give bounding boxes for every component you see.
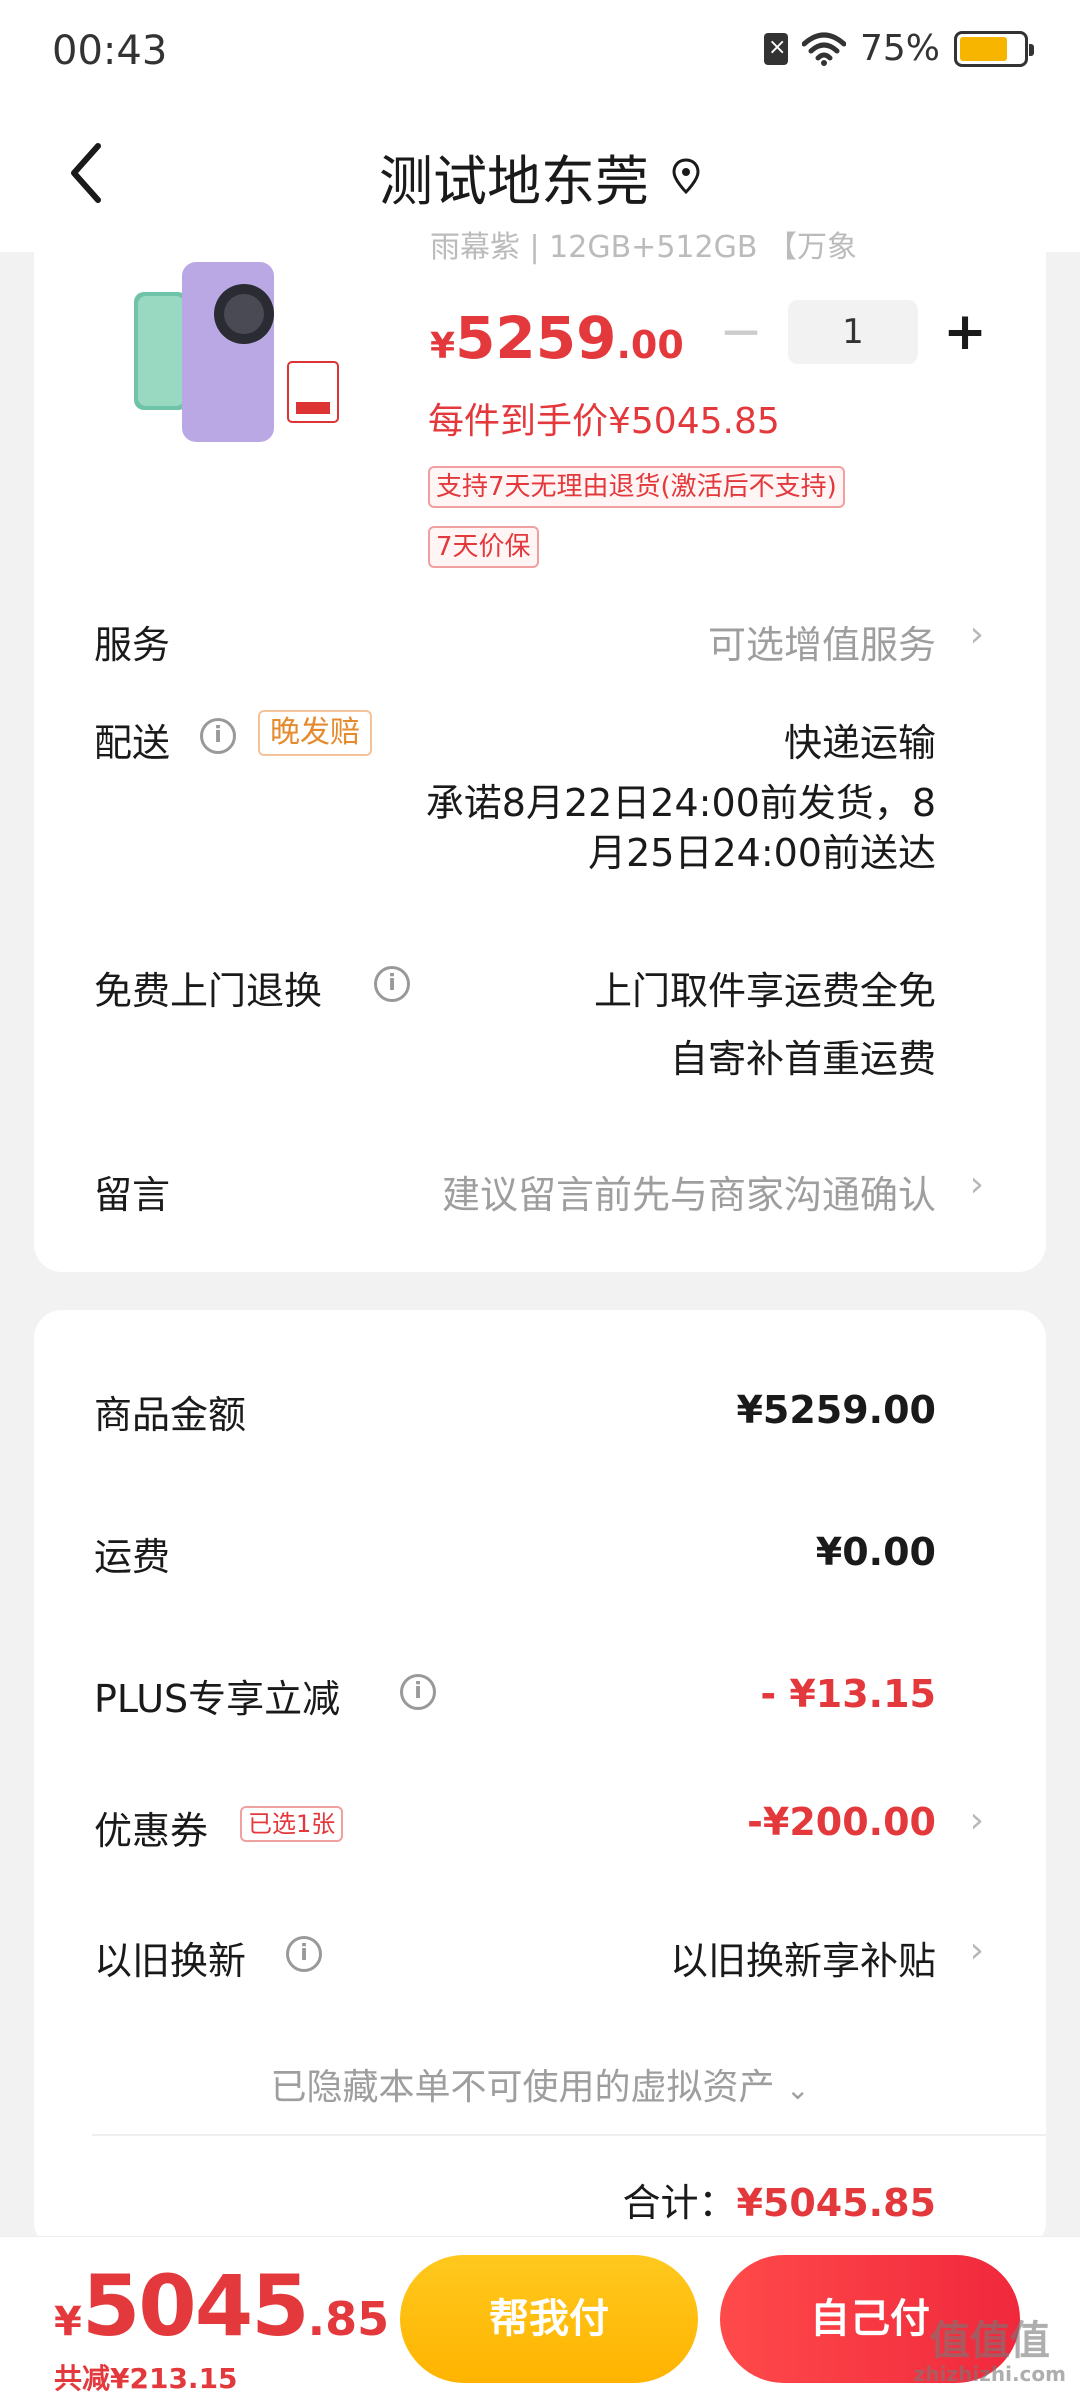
hidden-assets-text: 已隐藏本单不可使用的虚拟资产 xyxy=(270,2067,775,2108)
help-me-pay-button[interactable]: 帮我付 xyxy=(400,2255,698,2383)
watermark-logo: 值值值 zhizhizhi.com xyxy=(914,2320,1066,2386)
product-spec: 雨幕紫 | 12GB+512GB 【万象 xyxy=(430,230,857,265)
coupon-chevron-icon[interactable]: › xyxy=(970,1800,984,1841)
decrease-quantity-button[interactable]: − xyxy=(718,302,764,362)
quantity-stepper: − 1 + xyxy=(718,300,988,364)
return-policy-tag: 支持7天无理由退货(激活后不支持) xyxy=(428,466,845,508)
status-time: 00:43 xyxy=(52,28,168,74)
trade-in-chevron-icon[interactable]: › xyxy=(970,1930,984,1971)
increase-quantity-button[interactable]: + xyxy=(942,302,988,362)
service-label: 服务 xyxy=(94,623,171,667)
battery-percent: 75% xyxy=(859,28,940,69)
checkout-integer: 5045 xyxy=(81,2257,310,2355)
price-decimal: .00 xyxy=(616,323,684,367)
return-line1: 上门取件享运费全免 xyxy=(593,969,936,1013)
price-summary-card: 商品金额 ¥5259.00 运费 ¥0.00 PLUS专享立减 i - ¥13.… xyxy=(34,1310,1046,2250)
no-sim-icon xyxy=(763,32,788,65)
total-label: 合计： xyxy=(622,2181,737,2225)
goods-amount-value: ¥5259.00 xyxy=(736,1388,936,1432)
summary-divider xyxy=(92,2134,1046,2136)
total-saved: 共减¥213.15 xyxy=(54,2362,238,2395)
checkout-decimal: .85 xyxy=(307,2292,390,2346)
delivery-promise-line1: 承诺8月22日24:00前发货，8 xyxy=(425,781,936,825)
delivery-label: 配送 xyxy=(94,721,171,765)
coupon-label: 优惠券 xyxy=(94,1809,209,1853)
chevron-down-icon: ⌄ xyxy=(786,2073,810,2106)
trade-in-info-icon[interactable]: i xyxy=(286,1936,322,1972)
status-bar: 00:43 75% xyxy=(0,0,1080,100)
watermark-main: 值值值 xyxy=(929,2318,1050,2364)
battery-icon xyxy=(954,30,1034,67)
total-amount: ¥5045.85 xyxy=(736,2181,936,2225)
note-input[interactable]: 建议留言前先与商家沟通确认 xyxy=(442,1164,936,1219)
product-image[interactable] xyxy=(126,252,346,462)
plus-discount-value: - ¥13.15 xyxy=(760,1672,936,1716)
quantity-field[interactable]: 1 xyxy=(788,300,918,364)
goods-amount-label: 商品金额 xyxy=(94,1393,247,1437)
trade-in-label: 以旧换新 xyxy=(94,1939,247,1983)
late-delivery-compensation-badge: 晚发赔 xyxy=(258,710,372,756)
shipping-value: ¥0.00 xyxy=(815,1530,936,1574)
price-integer: 5259 xyxy=(455,304,617,372)
coupon-selected-badge: 已选1张 xyxy=(240,1806,344,1842)
service-value[interactable]: 可选增值服务 xyxy=(708,614,936,669)
page-title: 测试地东莞 xyxy=(379,149,649,213)
back-icon[interactable] xyxy=(62,138,112,208)
delivery-method: 快递运输 xyxy=(783,721,936,765)
checkout-currency: ¥ xyxy=(54,2299,82,2345)
nav-title-wrap[interactable]: 测试地东莞 xyxy=(379,137,701,216)
checkout-price: ¥ 5045 .85 xyxy=(54,2257,389,2355)
trade-in-value[interactable]: 以旧换新享补贴 xyxy=(670,1930,936,1985)
note-label: 留言 xyxy=(94,1173,171,1217)
status-icons: 75% xyxy=(763,28,1034,69)
unit-final-price: 每件到手价¥5045.85 xyxy=(428,401,780,442)
wifi-icon xyxy=(801,32,846,66)
hidden-assets-toggle[interactable]: 已隐藏本单不可使用的虚拟资产 ⌄ xyxy=(34,2058,1046,2110)
price-currency: ¥ xyxy=(430,326,456,367)
return-info-icon[interactable]: i xyxy=(374,966,410,1002)
delivery-info-icon[interactable]: i xyxy=(200,718,236,754)
watermark-sub: zhizhizhi.com xyxy=(913,2362,1066,2386)
price-protect-tag: 7天价保 xyxy=(428,526,539,568)
order-total: 合计：¥5045.85 xyxy=(622,2172,936,2227)
order-item-card: 雨幕紫 | 12GB+512GB 【万象 ¥ 5259 .00 − 1 + 每件… xyxy=(34,230,1046,1272)
plus-discount-label: PLUS专享立减 xyxy=(94,1677,341,1721)
return-label: 免费上门退换 xyxy=(94,969,323,1013)
service-chevron-icon[interactable]: › xyxy=(970,614,984,655)
location-pin-icon xyxy=(672,158,700,195)
coupon-value[interactable]: -¥200.00 xyxy=(747,1800,936,1844)
battery-level xyxy=(960,36,1007,61)
shipping-label: 运费 xyxy=(94,1535,171,1579)
plus-discount-info-icon[interactable]: i xyxy=(400,1674,436,1710)
product-price: ¥ 5259 .00 xyxy=(430,304,684,372)
return-line2: 自寄补首重运费 xyxy=(669,1037,936,1081)
delivery-promise-line2: 月25日24:00前送达 xyxy=(588,831,936,875)
note-chevron-icon[interactable]: › xyxy=(970,1164,984,1205)
